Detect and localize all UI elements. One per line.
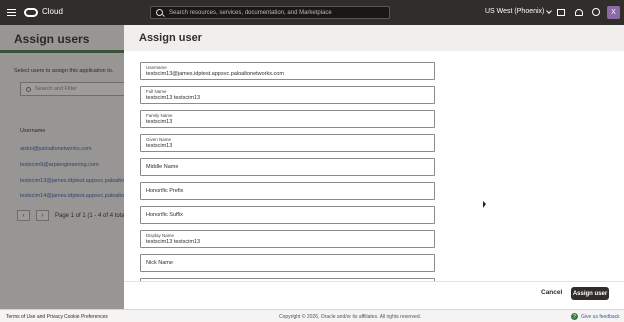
field-value: testscim13 testscim13: [146, 239, 201, 245]
assign-user-button[interactable]: Assign user: [571, 287, 609, 300]
display-name-field[interactable]: Display Name testscim13 testscim13: [140, 230, 435, 248]
mouse-cursor-icon: [483, 201, 486, 208]
given-name-field[interactable]: Given Name testscim13: [140, 134, 435, 152]
copyright-text: Copyright © 2026, Oracle and/or its affi…: [279, 314, 421, 320]
nick-name-field[interactable]: Nick Name: [140, 254, 435, 272]
field-label: Display Name: [146, 233, 175, 238]
modal-overlay[interactable]: [0, 25, 124, 309]
field-value: testscim13: [146, 143, 173, 149]
help-icon[interactable]: [592, 8, 600, 16]
honorific-suffix-field[interactable]: Honorific Suffix: [140, 206, 435, 224]
global-search-input[interactable]: Search resources, services, documentatio…: [150, 6, 390, 19]
assign-user-form: Username testscim13@james.idptest.appsvc…: [140, 62, 435, 286]
field-label: Nick Name: [146, 260, 173, 266]
family-name-field[interactable]: Family Name testscim13: [140, 110, 435, 128]
bell-icon[interactable]: [575, 9, 583, 16]
field-value: testscim13@james.idptest.appsvc.paloalto…: [146, 71, 284, 77]
field-label: Middle Name: [146, 164, 179, 170]
page-footer: Terms of Use and Privacy Cookie Preferen…: [0, 309, 624, 322]
field-label: Family Name: [146, 113, 173, 118]
username-field[interactable]: Username testscim13@james.idptest.appsvc…: [140, 62, 435, 80]
field-label: Username: [146, 65, 167, 70]
search-placeholder: Search resources, services, documentatio…: [169, 9, 332, 16]
field-label: Honorific Prefix: [146, 188, 184, 194]
region-label: US West (Phoenix): [485, 8, 545, 15]
drawer-title: Assign user: [139, 32, 202, 44]
drawer-footer: Cancel Assign user: [124, 281, 624, 309]
field-label: Honorific Suffix: [146, 212, 183, 218]
cancel-button[interactable]: Cancel: [541, 289, 562, 296]
menu-icon[interactable]: [7, 9, 16, 16]
full-name-field[interactable]: Full Name testscim13 testscim13: [140, 86, 435, 104]
user-avatar[interactable]: X: [607, 6, 620, 19]
field-value: testscim13: [146, 119, 173, 125]
chevron-down-icon: [546, 7, 553, 14]
oracle-logo-icon[interactable]: [24, 8, 38, 17]
feedback-icon: ?: [571, 313, 578, 320]
drawer-header: Assign user: [124, 25, 624, 51]
brand-label[interactable]: Cloud: [42, 7, 63, 16]
assign-user-drawer: Assign user Username testscim13@james.id…: [124, 25, 624, 309]
console-icon[interactable]: [557, 9, 565, 16]
feedback-label: Give us feedback: [581, 313, 620, 320]
field-value: testscim13 testscim13: [146, 95, 201, 101]
middle-name-field[interactable]: Middle Name: [140, 158, 435, 176]
search-icon: [156, 9, 163, 16]
field-label: Full Name: [146, 89, 167, 94]
top-navigation-bar: Cloud Search resources, services, docume…: [0, 0, 624, 25]
feedback-link[interactable]: ? Give us feedback: [571, 313, 620, 320]
honorific-prefix-field[interactable]: Honorific Prefix: [140, 182, 435, 200]
terms-link[interactable]: Terms of Use and Privacy: [6, 314, 63, 320]
field-label: Given Name: [146, 137, 172, 142]
cookie-preferences-link[interactable]: Cookie Preferences: [64, 314, 108, 320]
region-selector[interactable]: US West (Phoenix): [485, 7, 553, 15]
